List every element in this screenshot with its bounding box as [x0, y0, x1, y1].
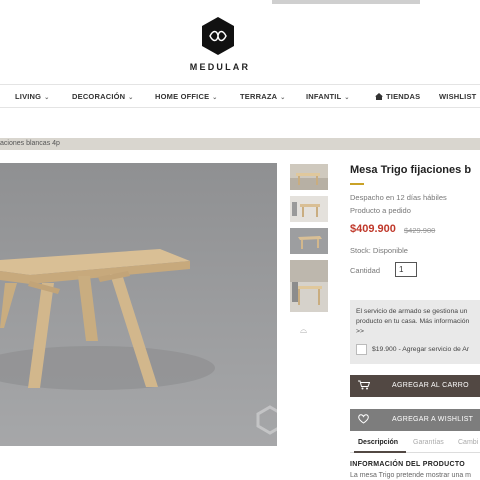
- cart-icon: [358, 380, 370, 390]
- product-info-text: La mesa Trigo pretende mostrar una m: [350, 472, 472, 479]
- nav-label: DECORACIÓN: [72, 92, 126, 101]
- breadcrumb-current: aciones blancas 4p: [0, 140, 60, 147]
- nav-item-decoracion[interactable]: DECORACIÓN ⌄: [72, 92, 134, 101]
- main-nav: LIVING ⌄ DECORACIÓN ⌄ HOME OFFICE ⌄ TERRAZA…: [0, 84, 480, 108]
- assembly-note-line[interactable]: producto en tu casa. Más información: [356, 317, 480, 327]
- thumbnail-3[interactable]: [290, 228, 328, 254]
- chevron-down-icon: ⌄: [280, 95, 286, 101]
- thumbnail-2[interactable]: [290, 196, 328, 222]
- nav-label: INFANTIL: [306, 92, 342, 101]
- top-strip: [272, 0, 420, 4]
- add-to-wishlist-label: AGREGAR A WISHLIST: [392, 416, 474, 423]
- chevron-down-icon: ⌄: [44, 95, 50, 101]
- brand-name: MEDULAR: [189, 62, 251, 72]
- nav-label: HOME OFFICE: [155, 92, 210, 101]
- chevron-down-icon: ⌄: [128, 95, 134, 101]
- tab-garantias[interactable]: Garantías: [413, 439, 444, 446]
- chevron-down-icon: ⌄: [344, 95, 350, 101]
- nav-item-wishlist[interactable]: WISHLIST: [439, 92, 476, 101]
- assembly-option-label[interactable]: $19.900 - Agregar servicio de Ar: [372, 346, 469, 353]
- stock-status: Stock: Disponible: [350, 246, 408, 255]
- table-photo: [0, 249, 215, 390]
- heart-icon: [358, 414, 369, 424]
- thumbnail-image: [290, 196, 328, 222]
- quantity-label: Cantidad: [350, 266, 381, 275]
- product-tabs: Descripción Garantías Cambi: [350, 433, 480, 453]
- dispatch-info: Despacho en 12 días hábiles: [350, 193, 447, 202]
- assembly-service-box: El servicio de armado se gestiona un pro…: [350, 300, 480, 364]
- nav-label: TIENDAS: [386, 92, 421, 101]
- nav-label: LIVING: [15, 92, 42, 101]
- assembly-note-line: El servicio de armado se gestiona un: [356, 308, 468, 315]
- active-tab-indicator: [354, 451, 406, 453]
- add-to-cart-button[interactable]: AGREGAR AL CARRO: [350, 375, 480, 397]
- title-accent-bar: [350, 183, 364, 185]
- on-demand-info: Producto a pedido: [350, 206, 411, 215]
- product-title: Mesa Trigo fijaciones b: [350, 164, 472, 176]
- assembly-note: El servicio de armado se gestiona un pro…: [356, 307, 480, 337]
- tab-cambios[interactable]: Cambi: [458, 439, 478, 446]
- breadcrumb: aciones blancas 4p: [0, 138, 480, 150]
- nav-item-home-office[interactable]: HOME OFFICE ⌄: [155, 92, 218, 101]
- thumbnail-4[interactable]: [290, 260, 328, 312]
- add-to-cart-label: AGREGAR AL CARRO: [392, 382, 469, 389]
- thumbnail-image: [290, 164, 328, 190]
- nav-item-tiendas[interactable]: TIENDAS: [375, 92, 420, 101]
- thumbnail-more-icon[interactable]: ⌓: [300, 325, 307, 336]
- thumbnail-image: [290, 260, 328, 312]
- product-old-price: $429.900: [404, 226, 436, 235]
- product-info-title: INFORMACIÓN DEL PRODUCTO: [350, 461, 466, 468]
- quantity-input[interactable]: [395, 262, 417, 277]
- assembly-more-link[interactable]: >>: [356, 327, 480, 337]
- product-price: $409.900: [350, 223, 396, 235]
- assembly-checkbox[interactable]: [356, 344, 367, 355]
- nav-label: TERRAZA: [240, 92, 278, 101]
- home-icon: [375, 93, 383, 100]
- nav-item-infantil[interactable]: INFANTIL ⌄: [306, 92, 350, 101]
- tab-descripcion[interactable]: Descripción: [358, 439, 398, 446]
- thumbnail-image: [290, 228, 328, 254]
- thumbnail-1[interactable]: [290, 164, 328, 190]
- medular-logo[interactable]: [200, 16, 236, 56]
- product-main-image[interactable]: [0, 163, 277, 446]
- watermark-icon: [256, 405, 284, 435]
- add-to-wishlist-button[interactable]: AGREGAR A WISHLIST: [350, 409, 480, 431]
- nav-item-terraza[interactable]: TERRAZA ⌄: [240, 92, 285, 101]
- chevron-down-icon: ⌄: [212, 95, 218, 101]
- nav-label: WISHLIST: [439, 92, 477, 101]
- nav-item-living[interactable]: LIVING ⌄: [15, 92, 49, 101]
